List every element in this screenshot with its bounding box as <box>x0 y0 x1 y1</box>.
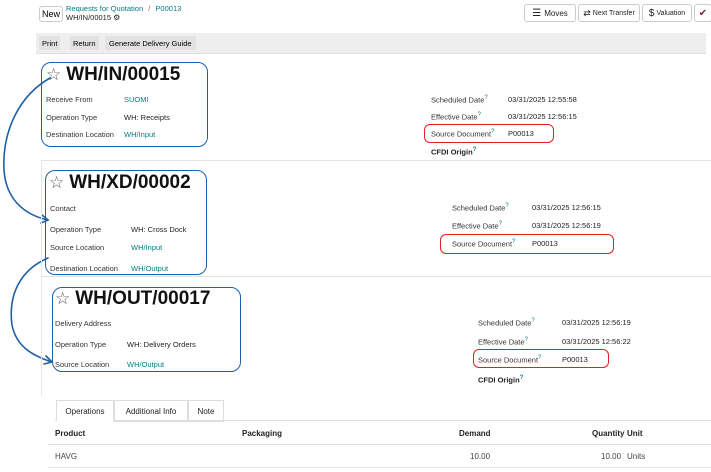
rec2-scheduled-date-value[interactable]: 03/31/2025 12:56:15 <box>532 203 601 212</box>
col-demand[interactable]: Demand <box>459 429 491 438</box>
rec1-operation-type-label: Operation Type <box>46 113 98 122</box>
breadcrumb: Requests for Quotation / P00013 <box>66 4 181 13</box>
rec1-receive-from-value[interactable]: SUOMI <box>124 95 149 104</box>
moves-button[interactable]: ☰ Moves <box>524 4 576 22</box>
smart-buttons: ☰ Moves ⇄ Next Transfer $ Valuation ✔ <box>524 4 711 22</box>
rec3-scheduled-date-value[interactable]: 03/31/2025 12:56:19 <box>562 318 631 327</box>
separator <box>41 160 711 161</box>
cell-demand[interactable]: 10.00 <box>470 452 490 461</box>
rec3-scheduled-date-label: Scheduled Date? <box>478 318 535 328</box>
tab-operations-label: Operations <box>65 406 105 416</box>
separator <box>41 276 711 277</box>
star-icon[interactable]: ☆ <box>55 289 70 309</box>
rec1-receive-from-label: Receive From <box>46 95 93 104</box>
rec3-source-document-value[interactable]: P00013 <box>562 355 588 364</box>
list-icon: ☰ <box>532 7 542 19</box>
sheet-left-border <box>41 160 42 396</box>
table-row[interactable]: HAVG 10.00 10.00 Units <box>48 445 711 468</box>
rec2-effective-date-value[interactable]: 03/31/2025 12:56:19 <box>532 221 601 230</box>
rec2-source-location-label: Source Location <box>50 243 105 252</box>
star-icon[interactable]: ☆ <box>49 173 64 193</box>
rec2-destination-location-label: Destination Location <box>50 264 118 273</box>
col-unit[interactable]: Unit <box>627 429 643 438</box>
tab-additional-info[interactable]: Additional Info <box>114 400 188 422</box>
star-icon[interactable]: ☆ <box>46 65 61 85</box>
rec3-title: WH/OUT/00017 <box>75 288 211 309</box>
rec1-source-document-value[interactable]: P00013 <box>508 129 534 138</box>
col-quantity[interactable]: Quantity <box>592 429 624 438</box>
rec1-source-document-label: Source Document? <box>431 129 495 139</box>
rec1-effective-date-label: Effective Date? <box>431 112 481 122</box>
col-product[interactable]: Product <box>55 429 85 438</box>
rec2-title: WH/XD/00002 <box>69 172 191 193</box>
cell-quantity[interactable]: 10.00 <box>601 452 621 461</box>
breadcrumb-po-link[interactable]: P00013 <box>155 4 181 13</box>
rec1-operation-type-value[interactable]: WH: Receipts <box>124 113 170 122</box>
rec1-cfdi-origin-label: CFDI Origin? <box>431 147 477 157</box>
gear-icon[interactable]: ⚙ <box>113 13 120 22</box>
rec3-operation-type-label: Operation Type <box>55 340 107 349</box>
more-button[interactable]: ✔ <box>694 4 711 22</box>
rec2-title-row: ☆ WH/XD/00002 <box>49 172 191 194</box>
rec1-destination-location-value[interactable]: WH/Input <box>124 130 155 139</box>
rec1-scheduled-date-value[interactable]: 03/31/2025 12:55:58 <box>508 95 577 104</box>
rec1-effective-date-value[interactable]: 03/31/2025 12:56:15 <box>508 112 577 121</box>
rec3-cfdi-origin-label: CFDI Origin? <box>478 375 524 385</box>
col-packaging[interactable]: Packaging <box>242 429 282 438</box>
rec3-source-document-label: Source Document? <box>478 355 542 365</box>
return-button[interactable]: Return <box>70 36 99 50</box>
next-transfer-label: Next Transfer <box>592 9 635 17</box>
rec2-effective-date-label: Effective Date? <box>452 221 502 231</box>
tab-additional-info-label: Additional Info <box>125 406 177 416</box>
tab-note-label: Note <box>197 406 215 416</box>
generate-delivery-guide-button[interactable]: Generate Delivery Guide <box>105 36 196 50</box>
tab-operations[interactable]: Operations <box>56 400 114 422</box>
valuation-label: Valuation <box>656 9 686 17</box>
rec3-source-location-label: Source Location <box>55 360 110 369</box>
breadcrumb-parent-link[interactable]: Requests for Quotation <box>66 4 143 13</box>
rec2-operation-type-value[interactable]: WH: Cross Dock <box>131 225 186 234</box>
cell-unit[interactable]: Units <box>627 452 645 461</box>
rec3-effective-date-label: Effective Date? <box>478 337 528 347</box>
print-button[interactable]: Print <box>39 36 61 50</box>
new-button[interactable]: New <box>39 6 63 22</box>
rec2-destination-location-value[interactable]: WH/Output <box>131 264 168 273</box>
rec3-title-row: ☆ WH/OUT/00017 <box>55 288 210 310</box>
valuation-button[interactable]: $ Valuation <box>642 4 692 22</box>
breadcrumb-separator: / <box>148 4 151 13</box>
rec1-scheduled-date-label: Scheduled Date? <box>431 95 488 105</box>
table-header: Product Packaging Demand Quantity Unit <box>48 424 711 445</box>
tab-note[interactable]: Note <box>188 400 224 422</box>
check-icon: ✔ <box>698 7 708 19</box>
rec3-effective-date-value[interactable]: 03/31/2025 12:56:22 <box>562 337 631 346</box>
rec3-delivery-address-label: Delivery Address <box>55 319 112 328</box>
rec1-destination-location-label: Destination Location <box>46 130 114 139</box>
dollar-icon: $ <box>648 7 655 19</box>
record-name: WH/IN/00015 ⚙ <box>66 13 120 22</box>
rec1-title: WH/IN/00015 <box>66 64 181 85</box>
rec2-contact-label: Contact <box>50 204 76 213</box>
transfer-arrows-icon: ⇄ <box>583 7 591 18</box>
rec2-source-document-value[interactable]: P00013 <box>532 239 558 248</box>
cell-product[interactable]: HAVG <box>55 452 77 461</box>
moves-label: Moves <box>544 8 568 18</box>
rec2-operation-type-label: Operation Type <box>50 225 102 234</box>
rec3-operation-type-value[interactable]: WH: Delivery Orders <box>127 340 196 349</box>
record-name-text: WH/IN/00015 <box>66 13 112 22</box>
rec2-scheduled-date-label: Scheduled Date? <box>452 203 509 213</box>
next-transfer-button[interactable]: ⇄ Next Transfer <box>578 4 640 22</box>
rec3-source-location-value[interactable]: WH/Output <box>127 360 164 369</box>
rec1-title-row: ☆ WH/IN/00015 <box>46 64 180 86</box>
rec2-source-location-value[interactable]: WH/Input <box>131 243 162 252</box>
rec2-source-document-label: Source Document? <box>452 239 516 249</box>
